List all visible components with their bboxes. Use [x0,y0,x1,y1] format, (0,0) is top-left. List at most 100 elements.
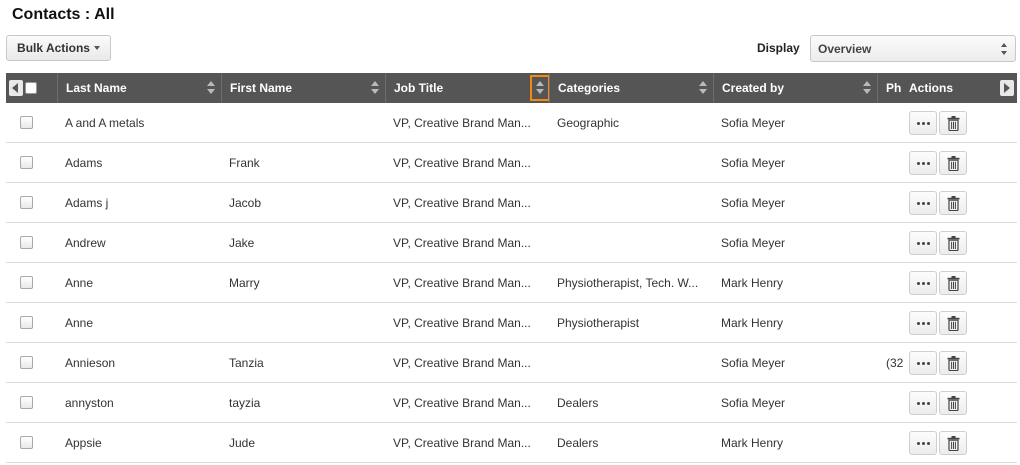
cell-phone: (32 [886,355,904,370]
caret-down-icon [93,46,100,50]
cell-first-name: Jake [229,235,255,250]
cell-phone [886,183,908,222]
sort-updown-icon[interactable] [863,81,871,95]
more-dots-icon [916,361,930,365]
bulk-actions-button[interactable]: Bulk Actions [6,35,111,61]
cell-first-name: Jacob [229,195,262,210]
cell-phone [886,303,908,342]
delete-button[interactable] [939,111,967,135]
select-all-checkbox[interactable] [25,82,37,94]
column-header-last-name[interactable]: Last Name [57,73,221,103]
more-dots-icon [916,401,930,405]
trash-icon [947,315,959,331]
display-label: Display [757,41,800,55]
cell-first-name: Frank [229,155,260,170]
column-header-job-title[interactable]: Job Title [385,73,549,103]
bulk-actions-label: Bulk Actions [17,41,90,55]
display-select[interactable]: Overview [810,35,1016,62]
sort-updown-icon[interactable] [371,81,379,95]
delete-button[interactable] [939,151,967,175]
cell-last-name[interactable]: Annieson [65,343,215,382]
table-row[interactable]: Adams Frank VP, Creative Brand Man... So… [6,143,1017,183]
cell-last-name[interactable]: Anne [65,263,215,302]
cell-first-name: tayzia [229,395,261,410]
table-row[interactable]: Anne VP, Creative Brand Man... Physiothe… [6,303,1017,343]
table-row[interactable]: Appsie Jude VP, Creative Brand Man... De… [6,423,1017,463]
cell-last-name[interactable]: Appsie [65,423,215,462]
more-actions-button[interactable] [909,351,937,375]
cell-job-title: VP, Creative Brand Man... [393,275,531,290]
cell-phone [886,383,908,422]
table-row[interactable]: A and A metals VP, Creative Brand Man...… [6,103,1017,143]
more-dots-icon [916,201,930,205]
column-header-first-name[interactable]: First Name [221,73,385,103]
cell-created-by: Sofia Meyer [721,355,786,370]
more-actions-button[interactable] [909,111,937,135]
row-checkbox[interactable] [20,116,33,129]
chevron-right-icon[interactable] [1000,80,1014,96]
sort-updown-icon[interactable] [699,81,707,95]
delete-button[interactable] [939,431,967,455]
more-actions-button[interactable] [909,391,937,415]
table-row[interactable]: Anne Marry VP, Creative Brand Man... Phy… [6,263,1017,303]
column-header-label: First Name [230,81,293,95]
row-checkbox[interactable] [20,276,33,289]
cell-created-by: Sofia Meyer [721,155,786,170]
row-checkbox[interactable] [20,436,33,449]
more-dots-icon [916,441,930,445]
row-checkbox[interactable] [20,196,33,209]
more-actions-button[interactable] [909,311,937,335]
cell-created-by: Mark Henry [721,315,784,330]
cell-categories [557,143,709,182]
cell-last-name[interactable]: Anne [65,303,215,342]
row-checkbox[interactable] [20,316,33,329]
cell-job-title: VP, Creative Brand Man... [393,235,531,250]
sort-updown-icon[interactable] [207,81,215,95]
delete-button[interactable] [939,231,967,255]
cell-phone [886,103,908,142]
row-checkbox[interactable] [20,156,33,169]
cell-phone [886,143,908,182]
column-header-created-by[interactable]: Created by [713,73,877,103]
delete-button[interactable] [939,271,967,295]
cell-job-title: VP, Creative Brand Man... [393,435,531,450]
cell-last-name[interactable]: annyston [65,383,215,422]
delete-button[interactable] [939,351,967,375]
chevron-left-icon[interactable] [9,80,23,96]
more-actions-button[interactable] [909,431,937,455]
cell-phone [886,263,908,302]
more-actions-button[interactable] [909,191,937,215]
more-actions-button[interactable] [909,271,937,295]
cell-job-title: VP, Creative Brand Man... [393,315,531,330]
more-actions-button[interactable] [909,231,937,255]
cell-job-title: VP, Creative Brand Man... [393,395,531,410]
cell-categories: Geographic [557,115,620,130]
delete-button[interactable] [939,311,967,335]
row-checkbox[interactable] [20,356,33,369]
cell-created-by: Sofia Meyer [721,195,786,210]
cell-first-name [229,303,379,342]
table-row[interactable]: Adams j Jacob VP, Creative Brand Man... … [6,183,1017,223]
row-checkbox[interactable] [20,396,33,409]
more-actions-button[interactable] [909,151,937,175]
column-header-categories[interactable]: Categories [549,73,713,103]
cell-first-name: Jude [229,435,256,450]
sort-updown-icon[interactable] [536,81,544,95]
cell-last-name[interactable]: A and A metals [65,103,215,142]
cell-created-by: Mark Henry [721,275,784,290]
cell-last-name[interactable]: Andrew [65,223,215,262]
page-title: Contacts : All [12,6,115,23]
delete-button[interactable] [939,391,967,415]
cell-last-name[interactable]: Adams [65,143,215,182]
trash-icon [947,235,959,251]
table-row[interactable]: Andrew Jake VP, Creative Brand Man... So… [6,223,1017,263]
cell-last-name[interactable]: Adams j [65,183,215,222]
cell-categories [557,223,709,262]
column-header-label: Actions [909,81,954,95]
more-dots-icon [916,121,930,125]
delete-button[interactable] [939,191,967,215]
table-row[interactable]: annyston tayzia VP, Creative Brand Man..… [6,383,1017,423]
table-row[interactable]: Annieson Tanzia VP, Creative Brand Man..… [6,343,1017,383]
select-updown-icon [1001,43,1009,55]
row-checkbox[interactable] [20,236,33,249]
